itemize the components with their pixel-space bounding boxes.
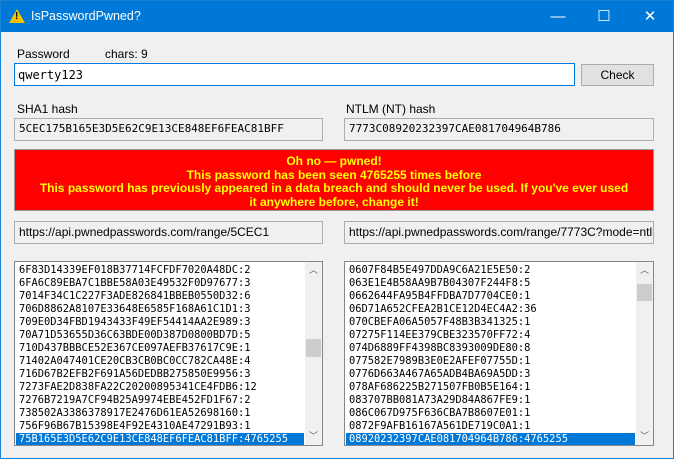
check-button[interactable]: Check — [581, 64, 654, 86]
sha1-results-list[interactable]: 6F83D14339EF018B37714FCFDF7020A48DC:2 6FA… — [14, 261, 323, 446]
minimize-button[interactable]: — — [535, 1, 581, 32]
list-item[interactable]: 074D6889FF4398BC8393009DE80:8 — [346, 342, 635, 355]
ntlm-label: NTLM (NT) hash — [346, 102, 436, 116]
list-item[interactable]: 756F96B67B15398E4F92E4310AE47291B93:1 — [16, 420, 304, 433]
list-item[interactable]: 077582E7989B3E0E2AFEF07755D:1 — [346, 355, 635, 368]
list-item[interactable]: 7273FAE2D838FA22C20200895341CE4FDB6:12 — [16, 381, 304, 394]
scroll-down-icon[interactable]: ﹀ — [636, 428, 653, 445]
alert-count: This password has been seen 4765255 time… — [186, 167, 482, 182]
ntlm-list-scrollbar[interactable]: ︿ ﹀ — [636, 262, 653, 445]
list-item[interactable]: 75B165E3D5E62C9E13CE848EF6FEAC81BFF:4765… — [16, 433, 304, 445]
list-item[interactable]: 08920232397CAE081704964B786:4765255 — [346, 433, 635, 445]
list-item[interactable]: 709E0D34FBD1943433F49EF54414AA2E989:3 — [16, 316, 304, 329]
list-item[interactable]: 07275F114EE379CBE323570FF72:4 — [346, 329, 635, 342]
sha1-url-field[interactable]: https://api.pwnedpasswords.com/range/5CE… — [14, 221, 323, 244]
close-button[interactable]: ✕ — [627, 1, 673, 32]
scroll-up-icon[interactable]: ︿ — [636, 262, 653, 279]
ntlm-url-field[interactable]: https://api.pwnedpasswords.com/range/777… — [344, 221, 654, 244]
ntlm-results-list[interactable]: 0607F84B5E497DDA9C6A21E5E50:2 063E1E4B58A… — [344, 261, 654, 446]
list-item[interactable]: 083707BB081A73A29D84A867FE9:1 — [346, 394, 635, 407]
list-item[interactable]: 0662644FA95B4FFDBA7D7704CE0:1 — [346, 290, 635, 303]
list-item[interactable]: 0607F84B5E497DDA9C6A21E5E50:2 — [346, 264, 635, 277]
scroll-thumb[interactable] — [306, 339, 321, 357]
warning-icon: ! — [9, 9, 25, 23]
list-item[interactable]: 710D437BBBCE52E367CE097AEFB37617C9E:1 — [16, 342, 304, 355]
list-item[interactable]: 0776D663A467A65ADB4BA69A5DD:3 — [346, 368, 635, 381]
list-item[interactable]: 70A71D53655D36C63BDE00D387D0800BD7D:5 — [16, 329, 304, 342]
list-item[interactable]: 738502A3386378917E2476D61EA52698160:1 — [16, 407, 304, 420]
list-item[interactable]: 070CBEFA06A5057F48B3B341325:1 — [346, 316, 635, 329]
list-item[interactable]: 71402A047401CE20CB3CB0BC0CC782CA48E:4 — [16, 355, 304, 368]
sha1-list-scrollbar[interactable]: ︿ ﹀ — [305, 262, 322, 445]
sha1-label: SHA1 hash — [17, 102, 78, 116]
alert-message: This password has previously appeared in… — [39, 181, 629, 209]
ntlm-hash-field[interactable]: 7773C08920232397CAE081704964B786 — [344, 118, 654, 141]
alert-title: Oh no — pwned! — [286, 154, 382, 168]
scroll-thumb[interactable] — [637, 284, 652, 301]
pwned-alert: Oh no — pwned! This password has been se… — [14, 149, 654, 211]
list-item[interactable]: 716D67B2EFB2F691A56DEDBB275850E9956:3 — [16, 368, 304, 381]
password-input[interactable] — [14, 63, 575, 86]
list-item[interactable]: 078AF686225B271507FB0B5E164:1 — [346, 381, 635, 394]
list-item[interactable]: 0872F9AFB16167A561DE719C0A1:1 — [346, 420, 635, 433]
list-item[interactable]: 7014F34C1C227F3ADE826841BBEB0550D32:6 — [16, 290, 304, 303]
title-bar: ! IsPasswordPwned? — ☐ ✕ — [1, 1, 673, 32]
maximize-button[interactable]: ☐ — [581, 1, 627, 32]
password-label: Password — [17, 47, 70, 61]
list-item[interactable]: 7276B7219A7CF94B25A9974EBE452FD1F67:2 — [16, 394, 304, 407]
scroll-down-icon[interactable]: ﹀ — [305, 428, 322, 445]
list-item[interactable]: 6F83D14339EF018B37714FCFDF7020A48DC:2 — [16, 264, 304, 277]
scroll-up-icon[interactable]: ︿ — [305, 262, 322, 279]
char-count: chars: 9 — [105, 47, 148, 61]
list-item[interactable]: 086C067D975F636CBA7B8607E01:1 — [346, 407, 635, 420]
list-item[interactable]: 06D71A652CFEA2B1CE12D4EC4A2:36 — [346, 303, 635, 316]
sha1-hash-field[interactable]: 5CEC175B165E3D5E62C9E13CE848EF6FEAC81BFF — [14, 118, 323, 141]
list-item[interactable]: 6FA6C89EBA7C1BBE58A03E49532F0D97677:3 — [16, 277, 304, 290]
window-title: IsPasswordPwned? — [31, 9, 141, 23]
list-item[interactable]: 063E1E4B58AA9B7B04307F244F8:5 — [346, 277, 635, 290]
list-item[interactable]: 706D8862A8107E33648E6585F168A61C1D1:3 — [16, 303, 304, 316]
